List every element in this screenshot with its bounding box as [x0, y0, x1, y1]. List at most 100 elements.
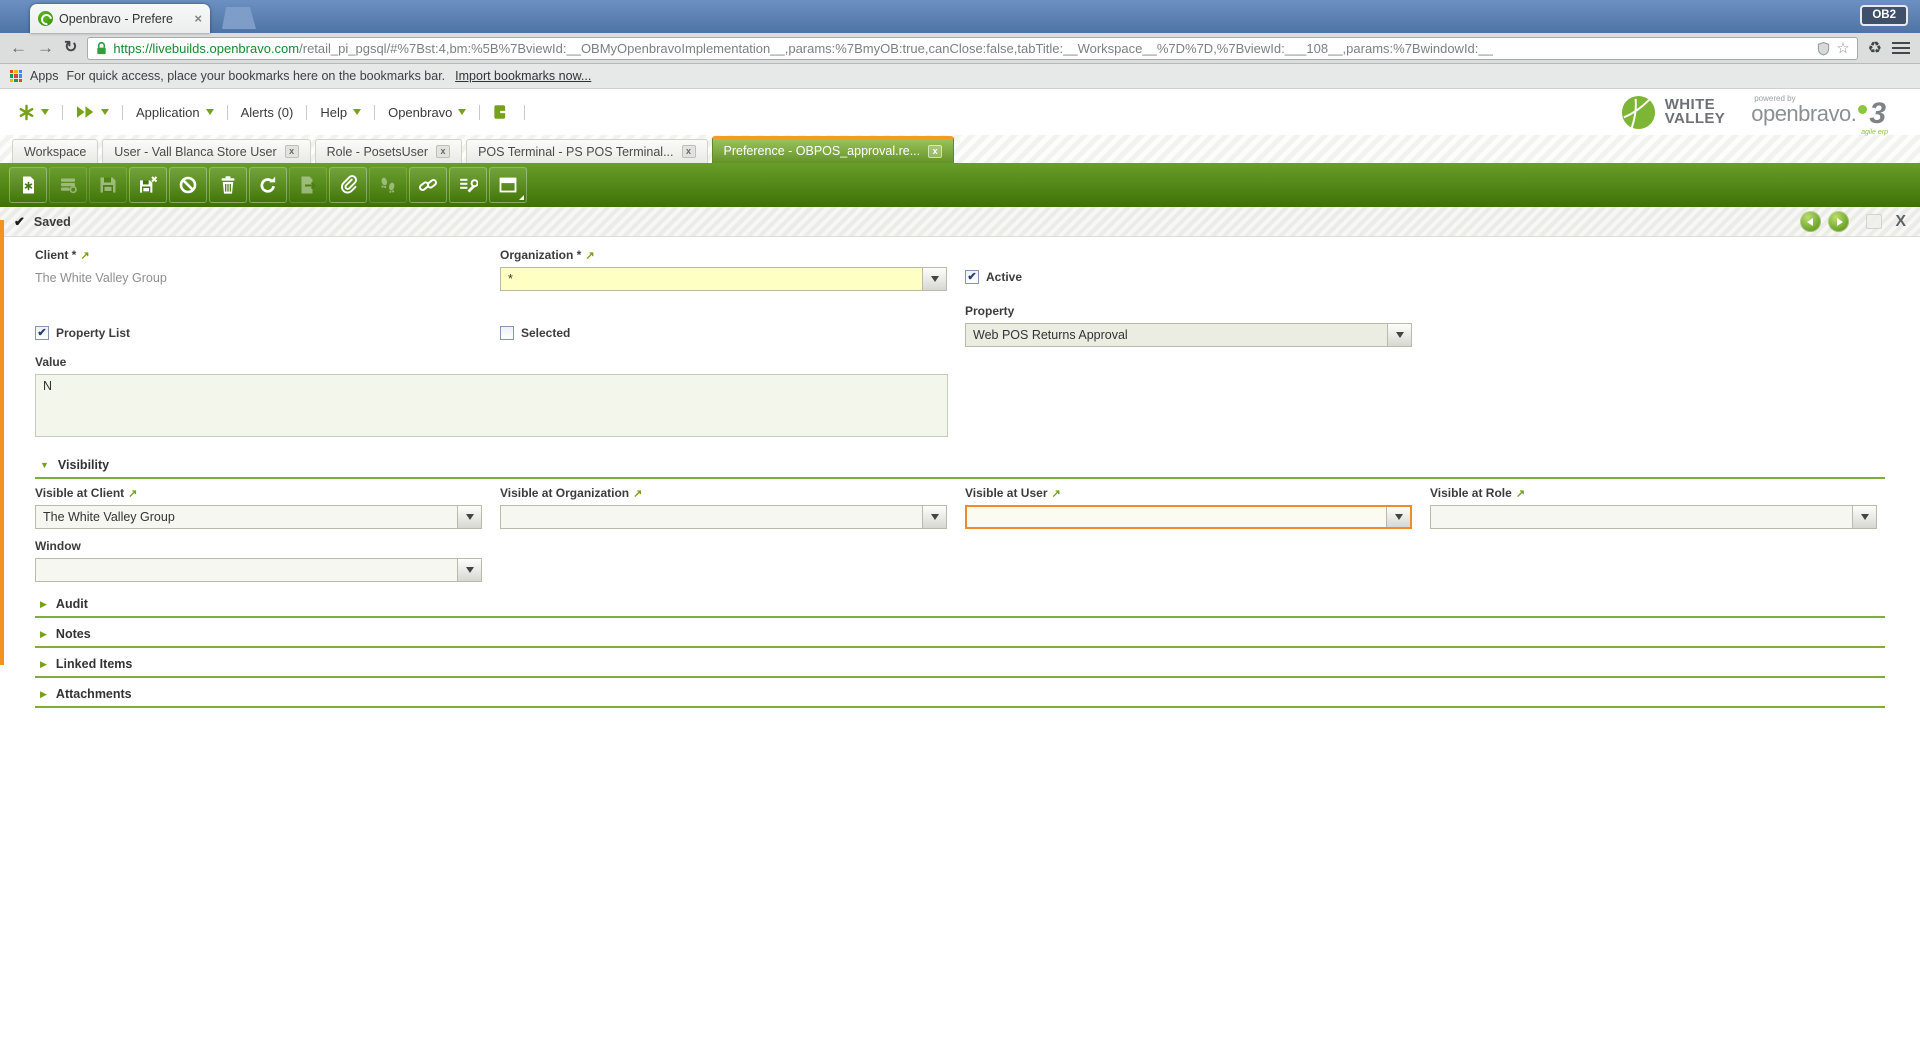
section-notes[interactable]: ▶ Notes: [35, 622, 1885, 648]
property-list-checkbox[interactable]: ✔: [35, 326, 49, 340]
new-document-icon: [18, 175, 38, 195]
visible-at-client-label: Visible at Client↗: [35, 486, 500, 500]
maximize-button[interactable]: [1866, 214, 1882, 229]
padlock-icon: [95, 41, 108, 56]
arrow-right-icon: [1837, 218, 1843, 226]
visible-at-user-combo[interactable]: [965, 505, 1412, 529]
logout-icon: [493, 103, 511, 121]
window-combo[interactable]: [35, 558, 482, 582]
browser-menu-icon[interactable]: [1892, 42, 1910, 54]
floppy-icon: [98, 175, 118, 195]
link-arrow-icon[interactable]: ↗: [1052, 487, 1061, 500]
save-and-close-button[interactable]: [129, 167, 167, 203]
visible-at-role-combo[interactable]: [1430, 505, 1877, 529]
visible-at-client-combo[interactable]: The White Valley Group: [35, 505, 482, 529]
export-button[interactable]: [289, 167, 327, 203]
openbravo-logo: powered by openbravo. 3 agile erp: [1751, 94, 1886, 130]
active-checkbox[interactable]: ✔: [965, 270, 979, 284]
menu-help[interactable]: Help: [318, 101, 363, 124]
menu-alerts[interactable]: Alerts (0): [239, 101, 296, 124]
bookmarks-bar: Apps For quick access, place your bookma…: [0, 64, 1920, 89]
new-tab-button[interactable]: [222, 7, 256, 29]
chevron-down-icon: [41, 109, 49, 115]
close-form-button[interactable]: X: [1895, 214, 1906, 230]
new-record-button[interactable]: [9, 167, 47, 203]
dropdown-button-icon[interactable]: [457, 506, 481, 528]
app-menu: Application Alerts (0) Help Openbravo: [16, 99, 525, 125]
client-label: Client *↗: [35, 248, 500, 262]
import-bookmarks-link[interactable]: Import bookmarks now...: [455, 69, 591, 83]
organization-combo[interactable]: *: [500, 267, 947, 291]
brand-valley: VALLEY: [1665, 112, 1725, 126]
bookmark-star-icon[interactable]: ☆: [1836, 39, 1849, 57]
tab-preference[interactable]: Preference - OBPOS_approval.re...: [712, 136, 955, 163]
tab-pos-terminal[interactable]: POS Terminal - PS POS Terminal...: [466, 139, 707, 163]
selected-checkbox[interactable]: [500, 326, 514, 340]
next-record-button[interactable]: [1828, 211, 1849, 232]
browser-tab-close-icon[interactable]: ×: [194, 12, 202, 25]
tab-workspace[interactable]: Workspace: [12, 139, 98, 163]
dropdown-button-icon[interactable]: [1852, 506, 1876, 528]
link-arrow-icon[interactable]: ↗: [80, 249, 89, 262]
quick-launch-menu-button[interactable]: [74, 101, 111, 123]
white-valley-logo-icon: [1620, 94, 1657, 131]
property-combo[interactable]: Web POS Returns Approval: [965, 323, 1412, 347]
status-bar: ✔ Saved X: [0, 207, 1920, 237]
workspace-menu-button[interactable]: [16, 100, 51, 125]
tab-role[interactable]: Role - PosetsUser: [315, 139, 462, 163]
close-icon[interactable]: [682, 145, 696, 158]
fast-forward-icon: [76, 105, 95, 119]
link-arrow-icon[interactable]: ↗: [1516, 487, 1525, 500]
visible-at-role-label: Visible at Role↗: [1430, 486, 1895, 500]
link-arrow-icon[interactable]: ↗: [633, 487, 642, 500]
back-icon[interactable]: ←: [10, 39, 27, 57]
save-button[interactable]: [89, 167, 127, 203]
attachment-button[interactable]: [329, 167, 367, 203]
dropdown-button-icon[interactable]: [922, 268, 946, 290]
refresh-button[interactable]: [249, 167, 287, 203]
menu-openbravo[interactable]: Openbravo: [386, 101, 468, 124]
save-grid-button[interactable]: [49, 167, 87, 203]
dropdown-button-icon[interactable]: [1386, 507, 1410, 527]
dropdown-button-icon[interactable]: [922, 506, 946, 528]
apps-label[interactable]: Apps: [30, 69, 59, 83]
audit-trail-button[interactable]: [369, 167, 407, 203]
shield-icon[interactable]: [1817, 41, 1830, 56]
section-attachments[interactable]: ▶ Attachments: [35, 682, 1885, 708]
view-toggle-button[interactable]: [489, 167, 527, 203]
chevron-down-icon: [353, 109, 361, 115]
forward-icon[interactable]: →: [37, 39, 54, 57]
value-textarea[interactable]: N: [35, 374, 948, 437]
dropdown-button-icon[interactable]: [457, 559, 481, 581]
cancel-icon: [178, 175, 198, 195]
brand-area: WHITE VALLEY powered by openbravo. 3 agi…: [1620, 94, 1904, 131]
tools-button[interactable]: [449, 167, 487, 203]
visible-at-organization-combo[interactable]: [500, 505, 947, 529]
tab-user[interactable]: User - Vall Blanca Store User: [102, 139, 310, 163]
section-audit[interactable]: ▶ Audit: [35, 592, 1885, 618]
browser-profile-badge[interactable]: OB2: [1860, 5, 1908, 26]
link-button[interactable]: [409, 167, 447, 203]
logout-button[interactable]: [491, 99, 513, 125]
section-linked-items[interactable]: ▶ Linked Items: [35, 652, 1885, 678]
wrench-list-icon: [458, 175, 478, 195]
dropdown-button-icon[interactable]: [1387, 324, 1411, 346]
close-icon[interactable]: [928, 145, 942, 158]
section-visibility[interactable]: ▼ Visibility: [35, 453, 1885, 479]
active-label: Active: [986, 270, 1022, 284]
close-icon[interactable]: [436, 145, 450, 158]
asterisk-icon: [18, 104, 35, 121]
url-bar[interactable]: https://livebuilds.openbravo.com/retail_…: [87, 37, 1857, 60]
extension-icon[interactable]: ♻: [1868, 38, 1882, 58]
apps-grid-icon[interactable]: [10, 70, 22, 82]
link-arrow-icon[interactable]: ↗: [128, 487, 137, 500]
previous-record-button[interactable]: [1800, 211, 1821, 232]
link-arrow-icon[interactable]: ↗: [585, 249, 594, 262]
browser-tab[interactable]: Openbravo - Prefere ×: [30, 4, 210, 33]
reload-icon[interactable]: ↻: [64, 39, 77, 57]
menu-application[interactable]: Application: [134, 101, 216, 124]
undo-button[interactable]: [169, 167, 207, 203]
delete-button[interactable]: [209, 167, 247, 203]
close-icon[interactable]: [285, 145, 299, 158]
refresh-icon: [258, 175, 278, 195]
